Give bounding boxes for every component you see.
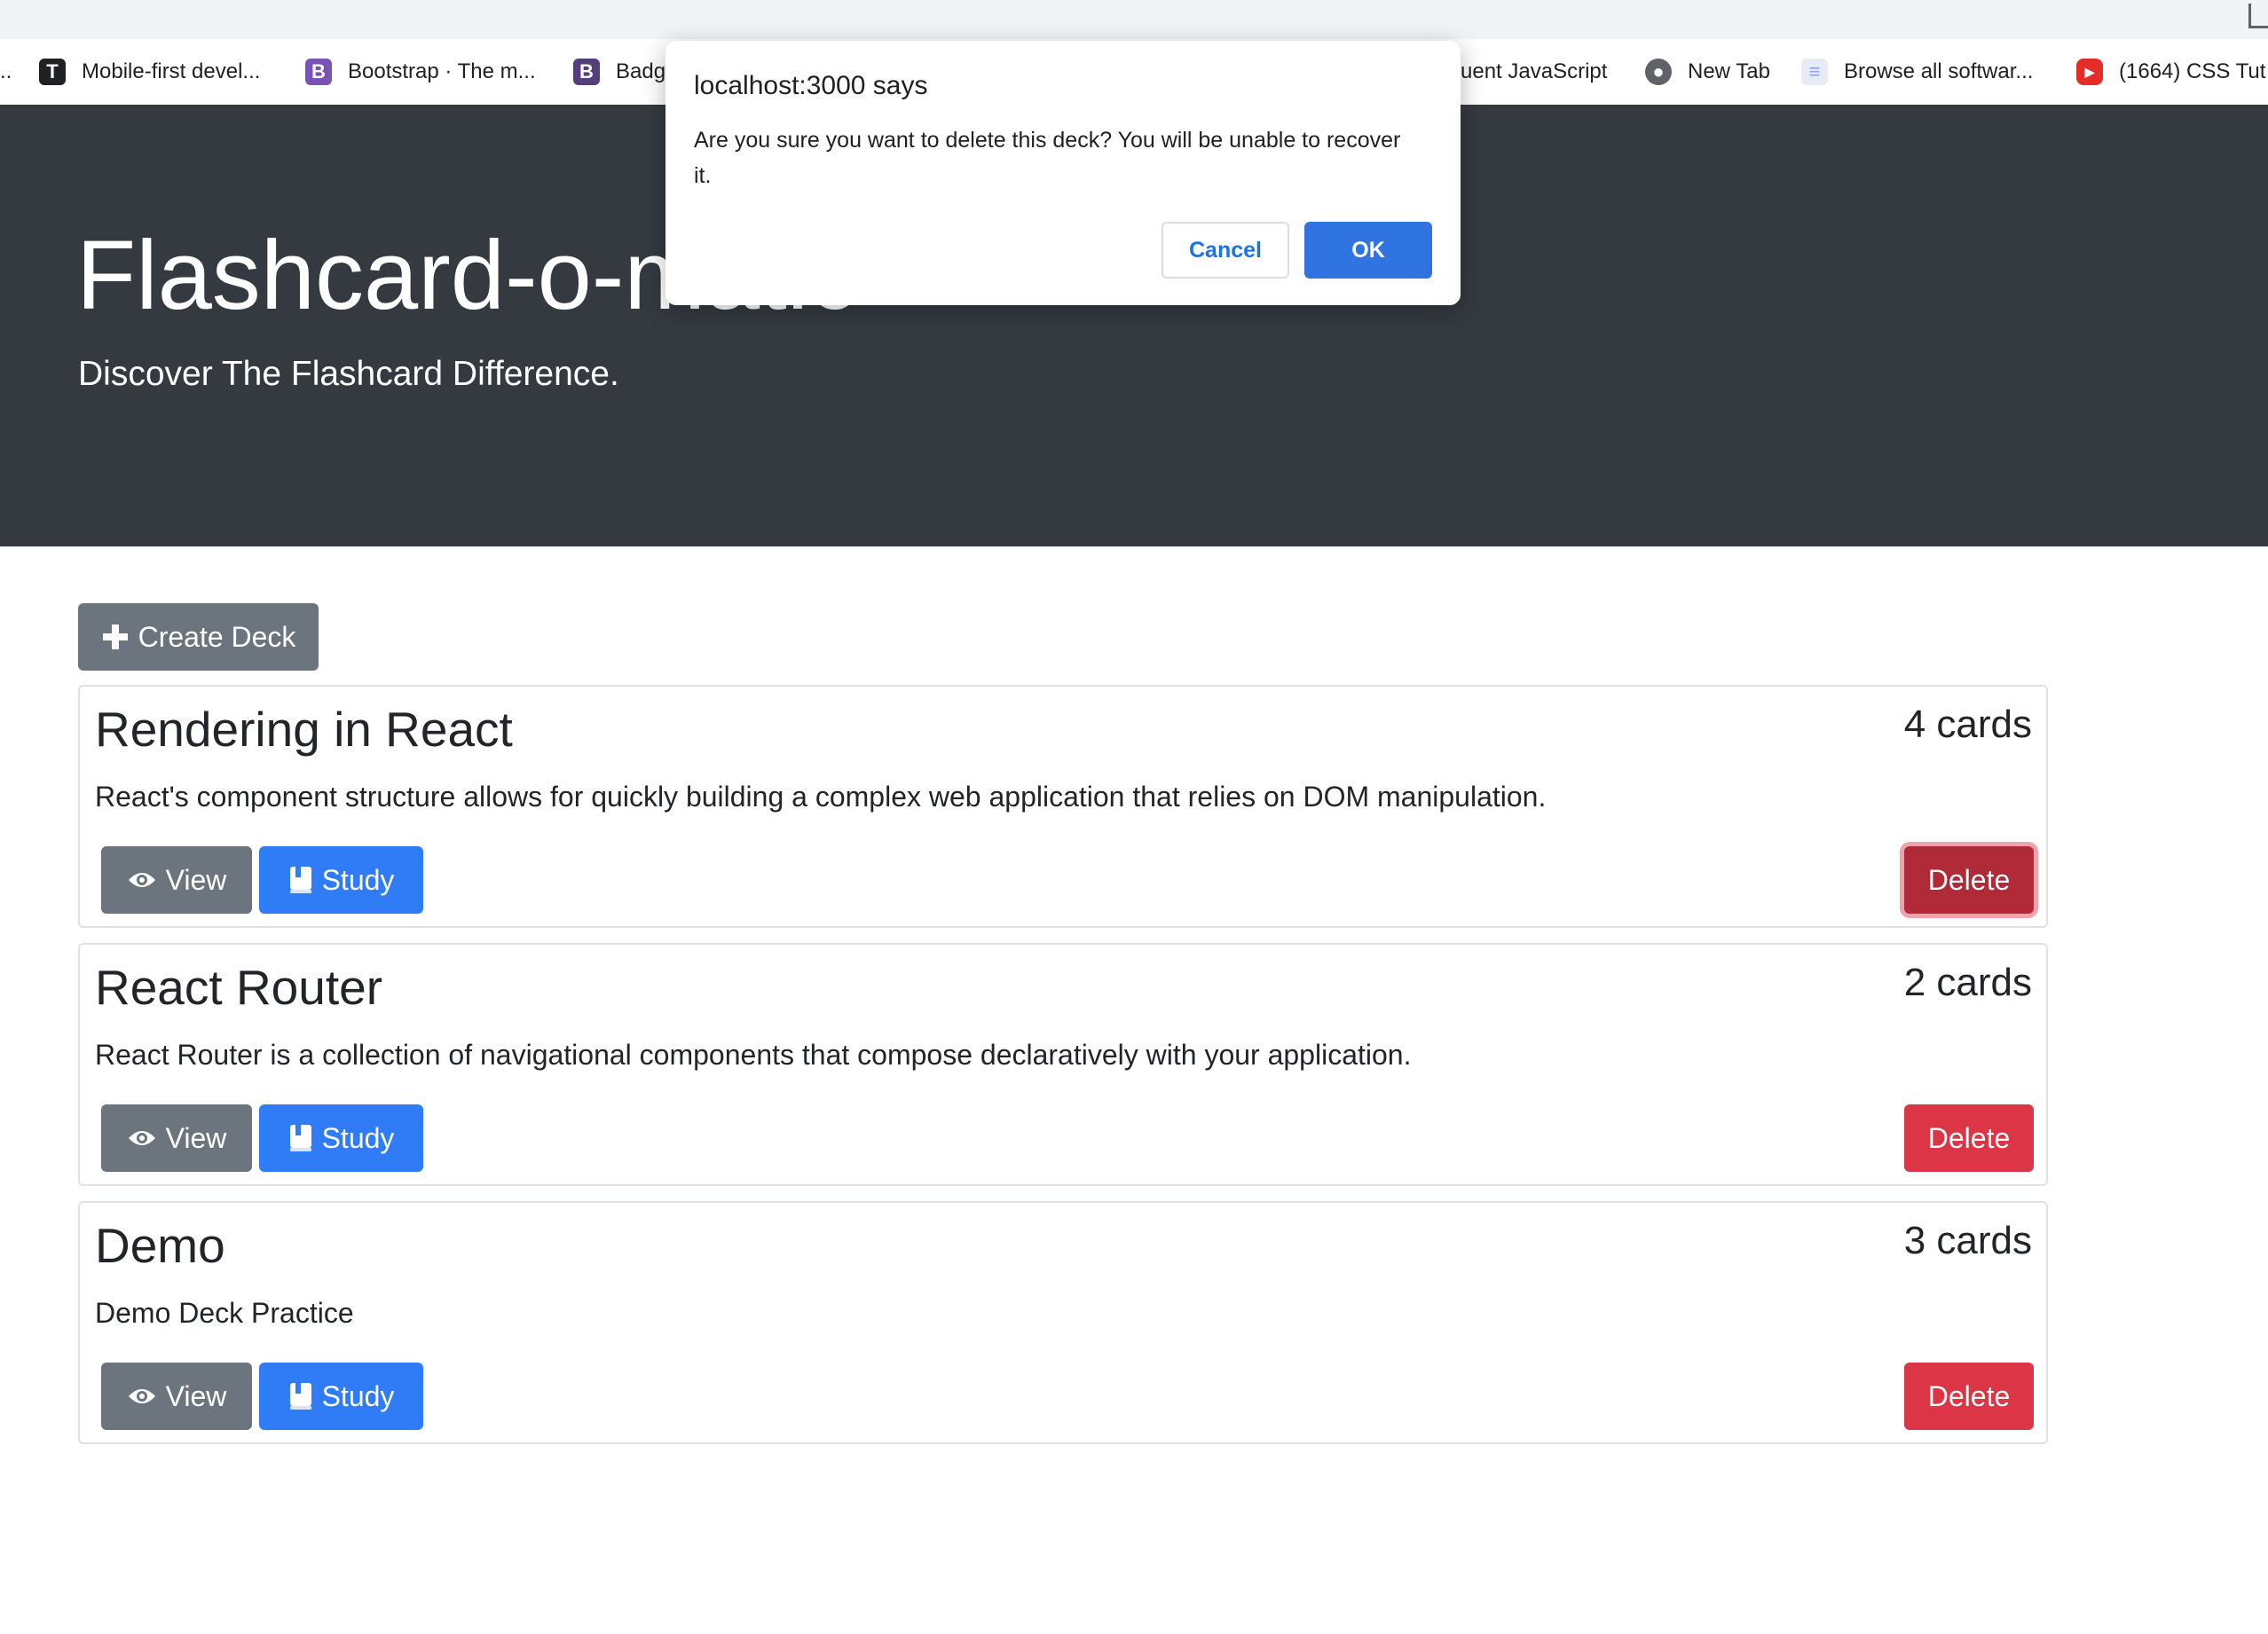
- delete-button[interactable]: Delete: [1904, 1104, 2034, 1172]
- dialog-message: Are you sure you want to delete this dec…: [694, 128, 1401, 188]
- book-icon: [288, 866, 313, 894]
- study-button[interactable]: Study: [259, 846, 423, 914]
- eye-icon: [127, 1386, 157, 1407]
- share-icon[interactable]: [2248, 4, 2268, 28]
- eye-icon: [127, 869, 157, 891]
- bookmark-item[interactable]: B Badg: [573, 39, 665, 105]
- dialog-title: localhost:3000 says: [694, 71, 928, 100]
- view-button[interactable]: View: [101, 1104, 252, 1172]
- bookmark-label: Browse all softwar...: [1844, 59, 2034, 83]
- globe-icon: ●: [1645, 59, 1672, 85]
- page-subtitle: Discover The Flashcard Difference.: [78, 355, 619, 393]
- youtube-icon: ▶: [2076, 59, 2103, 85]
- bookmark-label: uent JavaScript: [1461, 59, 1608, 83]
- software-icon: ≡: [1801, 59, 1828, 85]
- deck-card: React Router 2 cards React Router is a c…: [78, 943, 2048, 1186]
- study-button[interactable]: Study: [259, 1104, 423, 1172]
- bookmark-item[interactable]: ▶ (1664) CSS Tut: [2076, 39, 2265, 105]
- deck-card: Demo 3 cards Demo Deck Practice View Stu…: [78, 1201, 2048, 1444]
- bookmark-truncated[interactable]: ..: [0, 39, 12, 105]
- deck-title: React Router: [95, 960, 383, 1015]
- study-label: Study: [321, 863, 395, 896]
- study-label: Study: [321, 1121, 395, 1154]
- ok-button[interactable]: OK: [1304, 222, 1432, 279]
- delete-button[interactable]: Delete: [1904, 846, 2034, 914]
- deck-card-count: 4 cards: [1903, 703, 2032, 746]
- delete-button[interactable]: Delete: [1904, 1363, 2034, 1430]
- book-icon: [288, 1124, 313, 1152]
- view-label: View: [165, 863, 227, 896]
- deck-description: React Router is a collection of navigati…: [95, 1039, 1412, 1071]
- plus-icon: [101, 623, 130, 651]
- bookmark-label: New Tab: [1688, 59, 1770, 83]
- tailwind-icon: T: [39, 59, 66, 85]
- deck-card-count: 2 cards: [1903, 961, 2032, 1004]
- deck-card-count: 3 cards: [1903, 1219, 2032, 1262]
- delete-label: Delete: [1927, 1121, 2011, 1154]
- study-label: Study: [321, 1379, 395, 1412]
- create-deck-label: Create Deck: [138, 620, 296, 653]
- deck-title: Rendering in React: [95, 702, 513, 757]
- bookmark-item[interactable]: T Mobile-first devel...: [39, 39, 260, 105]
- create-deck-button[interactable]: Create Deck: [78, 603, 319, 671]
- bootstrap-icon: B: [305, 59, 332, 85]
- bookmark-label: Bootstrap · The m...: [348, 59, 536, 83]
- deck-description: React's component structure allows for q…: [95, 781, 1547, 813]
- confirm-dialog: localhost:3000 says Are you sure you wan…: [665, 41, 1461, 305]
- view-label: View: [165, 1379, 227, 1412]
- study-button[interactable]: Study: [259, 1363, 423, 1430]
- bootstrap-dark-icon: B: [573, 59, 600, 85]
- book-icon: [288, 1382, 313, 1410]
- delete-label: Delete: [1927, 863, 2011, 896]
- bookmark-item[interactable]: uent JavaScript: [1461, 39, 1607, 105]
- delete-label: Delete: [1927, 1379, 2011, 1412]
- cancel-button[interactable]: Cancel: [1162, 222, 1289, 279]
- eye-icon: [127, 1127, 157, 1149]
- deck-description: Demo Deck Practice: [95, 1297, 354, 1329]
- bookmark-item[interactable]: ≡ Browse all softwar...: [1801, 39, 2033, 105]
- browser-top-strip: [0, 0, 2268, 39]
- view-button[interactable]: View: [101, 1363, 252, 1430]
- bookmark-label: Badg: [616, 59, 666, 83]
- bookmark-label: (1664) CSS Tut: [2119, 59, 2266, 83]
- deck-card: Rendering in React 4 cards React's compo…: [78, 685, 2048, 928]
- view-button[interactable]: View: [101, 846, 252, 914]
- deck-title: Demo: [95, 1218, 225, 1273]
- bookmark-label: Mobile-first devel...: [82, 59, 261, 83]
- view-label: View: [165, 1121, 227, 1154]
- bookmark-item[interactable]: B Bootstrap · The m...: [305, 39, 536, 105]
- bookmark-item[interactable]: ● New Tab: [1645, 39, 1770, 105]
